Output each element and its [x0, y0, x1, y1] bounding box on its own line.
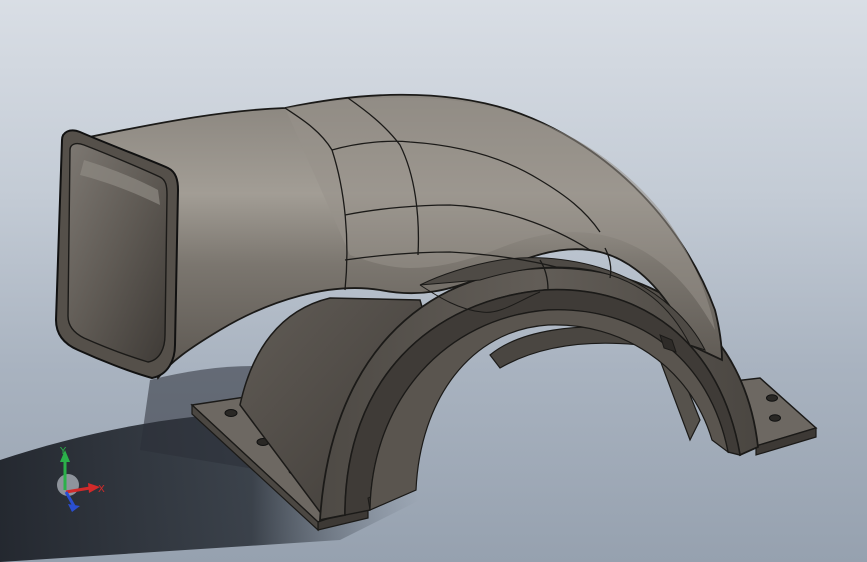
bolt-hole	[769, 414, 781, 422]
bolt-hole	[224, 409, 238, 417]
x-axis-label: X	[98, 484, 105, 495]
3d-model-view[interactable]	[0, 0, 867, 562]
bolt-hole	[766, 394, 778, 402]
orientation-triad[interactable]: Y X	[48, 440, 118, 520]
graphics-viewport[interactable]: Y X	[0, 0, 867, 562]
z-axis-arrow-icon	[68, 504, 80, 512]
y-axis-label: Y	[59, 446, 67, 457]
duct-inlet-opening[interactable]	[54, 129, 180, 380]
